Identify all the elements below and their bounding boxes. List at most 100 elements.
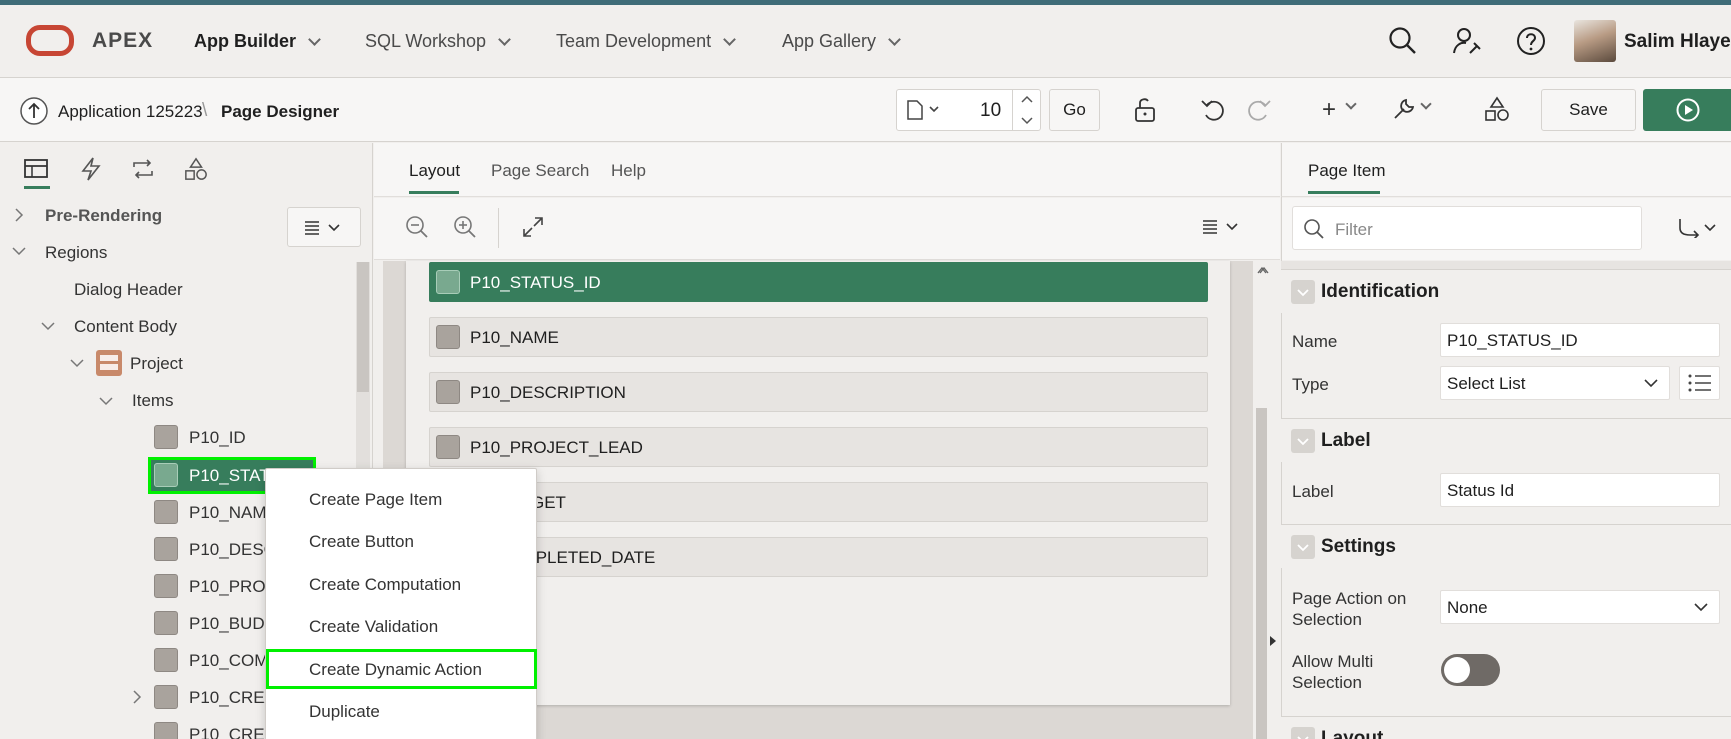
tree-regions[interactable]: Regions [45,243,107,263]
section-label[interactable]: Label [1281,418,1731,462]
chevron-right-icon[interactable] [132,690,142,704]
page-number-input[interactable]: 10 [980,100,1001,122]
menu-create-page-item[interactable]: Create Page Item [266,479,536,521]
layout-menu-icon[interactable] [1203,220,1241,234]
tree-pre-rendering[interactable]: Pre-Rendering [45,206,162,226]
hidden-item-icon [154,722,178,739]
page-stepper[interactable] [1019,93,1035,127]
redo-icon[interactable] [1246,97,1272,123]
layout-item-label: IPLETED_DATE [531,548,656,567]
page-action-value: None [1447,598,1488,617]
tree-project-region[interactable]: Project [130,354,183,374]
tab-layout[interactable]: Layout [409,161,460,181]
nav-app-gallery[interactable]: App Gallery [782,31,901,52]
label-field[interactable]: Status Id [1440,473,1720,507]
tree-menu-button[interactable] [287,207,361,247]
filter-placeholder: Filter [1335,220,1373,239]
expand-icon[interactable] [522,216,544,238]
zoom-out-icon[interactable] [405,215,429,239]
nav-app-builder[interactable]: App Builder [194,31,321,52]
zoom-in-icon[interactable] [453,215,477,239]
tab-layout-indicator [409,191,459,194]
tree-item-p10-id[interactable]: P10_ID [189,428,246,448]
label-label: Label [1292,482,1334,501]
tab-page-search[interactable]: Page Search [491,161,589,181]
allow-multi-label-line1: Allow Multi [1292,652,1374,671]
name-field[interactable]: P10_STATUS_ID [1440,323,1720,357]
save-button[interactable]: Save [1541,89,1636,131]
page-icon[interactable] [906,100,942,120]
section-layout[interactable]: Layout [1281,716,1731,739]
menu-duplicate[interactable]: Duplicate [266,691,536,733]
filter-input[interactable]: Filter [1292,206,1642,250]
name-label: Name [1292,332,1338,351]
oracle-logo[interactable] [26,25,74,56]
shared-components-icon[interactable] [1484,96,1510,122]
tab-page-item[interactable]: Page Item [1308,161,1386,181]
user-settings-icon[interactable] [1452,26,1482,56]
layout-item-p10-project-lead[interactable]: P10_PROJECT_LEAD [429,427,1208,467]
nav-sql-workshop[interactable]: SQL Workshop [365,31,511,52]
collapse-icon [1291,280,1315,304]
menu-create-computation[interactable]: Create Computation [266,564,536,606]
chevron-down-icon[interactable] [99,396,113,406]
layout-item-p10-description[interactable]: P10_DESCRIPTION [429,372,1208,412]
avatar[interactable] [1574,20,1616,62]
pane-splitter-arrow[interactable] [1270,636,1276,646]
layout-item-p10-status-id[interactable]: P10_STATUS_ID [429,262,1208,302]
hidden-item-icon [154,425,178,449]
rendering-tab-indicator [24,186,50,189]
type-select[interactable]: Select List [1440,366,1670,400]
go-button[interactable]: Go [1049,89,1100,131]
run-page-button[interactable] [1643,89,1731,131]
type-list-button[interactable] [1679,366,1720,400]
chevron-down-icon[interactable] [41,321,55,331]
allow-multi-toggle[interactable] [1441,654,1500,686]
go-to-group-icon[interactable] [1678,218,1718,238]
menu-create-validation[interactable]: Create Validation [266,606,536,648]
allow-multi-label-line2: Selection [1292,673,1362,692]
nav-team-development[interactable]: Team Development [556,31,736,52]
allow-multi-label: Allow Multi Selection [1292,651,1373,693]
chevron-down-icon [723,32,736,46]
section-title: Identification [1321,281,1440,302]
tree-items[interactable]: Items [132,391,174,411]
layout-scrollbar-thumb[interactable] [1256,408,1267,739]
breadcrumb-application[interactable]: Application 125223 [58,102,203,122]
layout-item-label: P10_STATUS_ID [470,273,601,292]
menu-highlight-box [266,649,537,689]
section-identification[interactable]: Identification [1281,269,1731,313]
wrench-icon[interactable] [1392,97,1416,121]
dynamic-actions-tab-icon[interactable] [80,157,102,181]
tree-content-body[interactable]: Content Body [74,317,177,337]
section-title: Label [1321,430,1371,451]
layout-item-p10-completed-date[interactable]: IPLETED_DATE [429,537,1208,577]
help-icon[interactable] [1516,26,1546,56]
up-arrow-icon[interactable] [19,96,49,126]
hamburger-icon [305,221,340,235]
processing-tab-icon[interactable] [130,157,156,181]
collapse-icon [1291,535,1315,559]
chevron-down-icon [498,32,511,46]
scroll-up-icon[interactable] [1259,266,1269,274]
tree-dialog-header[interactable]: Dialog Header [74,280,183,300]
rendering-tab-icon[interactable] [24,158,48,180]
create-menu-button[interactable]: + [1322,96,1336,124]
section-settings[interactable]: Settings [1281,524,1731,568]
text-field-icon [154,500,178,524]
shared-components-tab-icon[interactable] [184,156,208,182]
layout-item-p10-budget[interactable]: GET [429,482,1208,522]
chevron-down-icon[interactable] [70,358,84,368]
user-name[interactable]: Salim Hlayel [1624,31,1731,53]
chevron-down-icon[interactable] [12,246,26,256]
tree-scrollbar-thumb[interactable] [357,262,369,392]
undo-icon[interactable] [1200,97,1226,123]
tab-help[interactable]: Help [611,161,646,181]
nav-app-gallery-label: App Gallery [782,31,877,51]
lock-icon[interactable] [1132,97,1158,123]
chevron-right-icon[interactable] [14,208,24,222]
search-icon[interactable] [1388,26,1418,56]
menu-create-button[interactable]: Create Button [266,521,536,563]
page-action-select[interactable]: None [1440,590,1720,624]
layout-item-p10-name[interactable]: P10_NAME [429,317,1208,357]
